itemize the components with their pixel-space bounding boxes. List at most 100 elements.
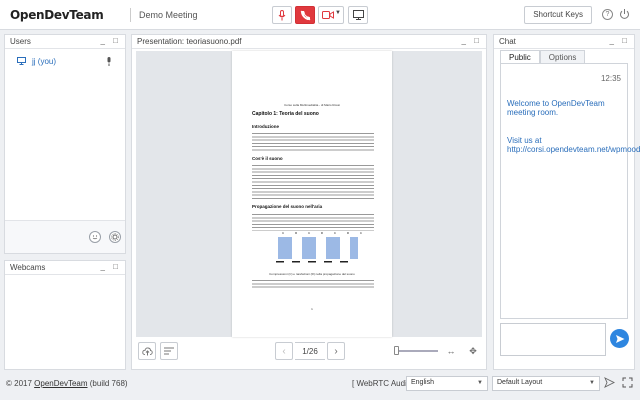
monitor-icon <box>352 10 364 20</box>
presentation-panel-header: Presentation: teoriasuono.pdf _ □ <box>132 35 486 49</box>
presentation-title: Presentation: teoriasuono.pdf <box>137 37 242 46</box>
doc-page-number: 1 <box>311 307 313 311</box>
footer: © 2017 OpenDevTeam (build 768) [ WebRTC … <box>0 374 640 400</box>
figure-label-row: C R C R C R C <box>282 231 362 235</box>
logout-button[interactable] <box>619 8 630 22</box>
fullscreen-icon <box>622 377 633 388</box>
doc-heading-what: Cos'è il suono <box>252 156 283 161</box>
camera-button[interactable]: ▼ <box>318 6 344 24</box>
webcams-panel-header: Webcams _ □ <box>5 261 125 275</box>
next-slide-button[interactable]: › <box>327 342 345 360</box>
language-value: English <box>411 379 434 386</box>
chat-message-area: 12:35 Welcome to OpenDevTeam meeting roo… <box>500 63 640 319</box>
doc-text-block <box>252 132 374 152</box>
horizontal-arrows-icon: ↔ <box>446 346 456 356</box>
shortcut-keys-button[interactable]: Shortcut Keys <box>524 6 592 24</box>
doc-heading-propagation: Propagazione del suono nell'aria <box>252 204 323 209</box>
chevron-down-icon: ▼ <box>477 380 483 386</box>
figure-label: R <box>294 231 298 235</box>
send-message-button[interactable] <box>610 329 629 348</box>
layout-select[interactable]: Default Layout ▼ <box>492 376 600 391</box>
users-panel-header: Users _ □ <box>5 35 125 49</box>
top-bar: OpenDevTeam Demo Meeting ▼ Shortcut Keys… <box>0 0 640 30</box>
presentation-toolbar: ‹ 1/26 › ↔ ✥ <box>132 338 486 370</box>
chevron-down-icon: ▼ <box>589 380 595 386</box>
upload-presentation-button[interactable] <box>138 342 156 360</box>
webcams-panel-window-controls[interactable]: _ □ <box>100 262 121 271</box>
app-logo: OpenDevTeam <box>10 8 104 22</box>
chat-panel-title: Chat <box>499 37 516 46</box>
fullscreen-button[interactable] <box>622 377 633 390</box>
users-panel-window-controls[interactable]: _ □ <box>100 36 121 45</box>
help-icon[interactable]: ? <box>602 9 613 20</box>
previous-slide-button[interactable]: ‹ <box>275 342 293 360</box>
page-indicator: 1/26 <box>295 342 325 360</box>
zoom-slider-track[interactable] <box>396 350 438 352</box>
microphone-icon <box>278 9 286 20</box>
build-text: (build 768) <box>89 379 128 388</box>
camera-dropdown-caret-icon[interactable]: ▼ <box>335 10 341 16</box>
fit-width-button[interactable]: ↔ <box>442 342 460 360</box>
users-panel-footer <box>5 220 125 253</box>
power-icon <box>620 9 629 19</box>
meeting-title: Demo Meeting <box>130 8 198 22</box>
doc-text-block <box>252 213 374 231</box>
send-outline-icon <box>604 377 616 388</box>
chat-panel: Chat _ □ Public Options 12:35 Welcome to… <box>493 34 640 370</box>
webcams-panel: Webcams _ □ <box>4 260 126 370</box>
users-panel: Users _ □ jj (you) <box>4 34 126 254</box>
figure-caption: Compressioni (C) e rarefazioni (R) nella… <box>269 272 355 276</box>
user-name: jj (you) <box>32 56 57 66</box>
thumbnails-button[interactable] <box>160 342 178 360</box>
video-camera-icon <box>322 11 334 19</box>
figure-label: C <box>282 231 285 235</box>
footer-copyright: © 2017 OpenDevTeam (build 768) <box>6 379 128 388</box>
chevron-left-icon: ‹ <box>282 345 286 357</box>
webcams-panel-title: Webcams <box>10 263 46 272</box>
send-icon <box>615 334 624 343</box>
emoji-status-button[interactable] <box>89 231 101 243</box>
presentation-panel: Presentation: teoriasuono.pdf _ □ Corso … <box>131 34 487 370</box>
sound-wave-figure <box>276 237 358 263</box>
doc-heading-intro: Introduzione <box>252 124 279 129</box>
gear-icon <box>111 233 119 241</box>
layout-value: Default Layout <box>497 379 543 386</box>
presentation-viewport[interactable]: Corso sulla Multimedialita - di Mario Ro… <box>136 51 482 337</box>
hangup-phone-button[interactable] <box>295 6 315 24</box>
zoom-slider-handle[interactable] <box>394 346 399 355</box>
user-settings-button[interactable] <box>109 231 121 243</box>
fit-page-button[interactable]: ✥ <box>464 342 482 360</box>
doc-text-block <box>252 279 374 289</box>
desktop-icon <box>17 57 26 65</box>
move-arrows-icon: ✥ <box>469 345 477 356</box>
doc-header: Corso sulla Multimedialita - di Mario Ro… <box>284 103 340 107</box>
phone-off-icon <box>300 10 310 20</box>
chat-welcome-message: Welcome to OpenDevTeam meeting room. <box>507 99 605 117</box>
microphone-icon <box>107 56 111 66</box>
chevron-right-icon: › <box>334 345 338 357</box>
language-select[interactable]: English ▼ <box>406 376 488 391</box>
chat-panel-header: Chat _ □ <box>494 35 634 49</box>
chat-message-input[interactable] <box>500 323 606 356</box>
list-icon <box>164 347 174 355</box>
figure-label: R <box>320 231 324 235</box>
figure-label: C <box>359 231 362 235</box>
copyright-text: © 2017 <box>6 379 32 388</box>
user-list-item[interactable]: jj (you) <box>17 56 112 66</box>
figure-label: R <box>346 231 350 235</box>
figure-label: C <box>307 231 311 235</box>
cloud-upload-icon <box>141 347 153 355</box>
brand-link[interactable]: OpenDevTeam <box>34 379 87 388</box>
chat-timestamp: 12:35 <box>600 74 621 83</box>
doc-text-block <box>252 164 374 201</box>
presentation-panel-window-controls[interactable]: _ □ <box>461 36 482 45</box>
apply-layout-button[interactable] <box>604 377 616 390</box>
chat-panel-window-controls[interactable]: _ □ <box>609 36 630 45</box>
screen-share-button[interactable] <box>348 6 368 24</box>
tab-options[interactable]: Options <box>539 50 586 64</box>
figure-label: C <box>333 231 337 235</box>
microphone-button[interactable] <box>272 6 292 24</box>
document-page: Corso sulla Multimedialita - di Mario Ro… <box>232 51 392 337</box>
tab-public[interactable]: Public <box>500 50 540 64</box>
chat-tabs: Public Options <box>500 50 586 64</box>
